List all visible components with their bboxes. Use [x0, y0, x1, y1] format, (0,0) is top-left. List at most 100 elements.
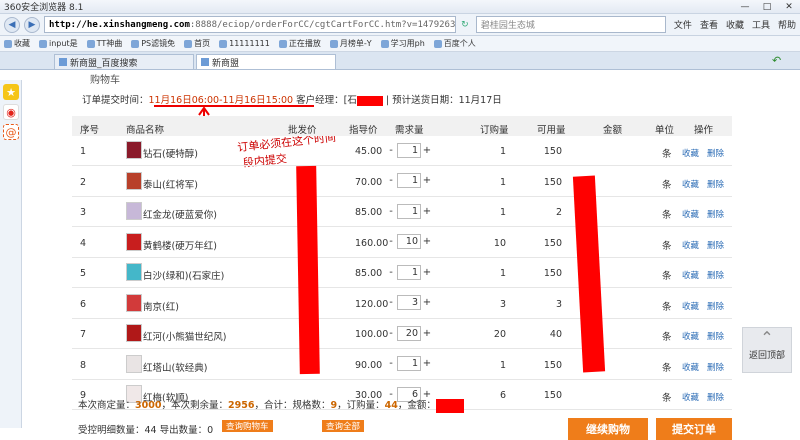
bookmark-item[interactable]: 收藏 — [4, 38, 30, 49]
close-icon[interactable]: ✕ — [778, 2, 800, 12]
undo-icon[interactable]: ↶ — [772, 54, 781, 67]
bookmark-item[interactable]: PS滤镜免 — [131, 38, 175, 49]
menu-view[interactable]: 查看 — [700, 18, 718, 31]
forward-icon[interactable]: ▶ — [24, 16, 40, 33]
maximize-icon[interactable]: □ — [756, 2, 778, 12]
ordered-qty: 10 — [493, 237, 506, 249]
favorite-link[interactable]: 收藏 — [682, 269, 699, 281]
tab-xinshangmeng[interactable]: 新商盟 — [196, 54, 336, 69]
favorite-link[interactable]: 收藏 — [682, 361, 699, 373]
quantity-input[interactable]: 1 — [397, 173, 421, 188]
delete-link[interactable]: 删除 — [707, 391, 724, 403]
available-qty: 150 — [543, 268, 562, 279]
product-name[interactable]: 白沙(绿和)(石家庄) — [143, 268, 224, 282]
col-header-index: 序号 — [80, 125, 100, 136]
quantity-input[interactable]: 1 — [397, 264, 421, 280]
quantity-input[interactable]: 20 — [397, 325, 421, 341]
browser-title: 360安全浏览器 8.1 — [4, 3, 84, 13]
product-name[interactable]: 红塔山(软经典) — [143, 360, 207, 374]
quantity-input[interactable]: 1 — [397, 203, 421, 219]
decrement-button[interactable]: - — [385, 175, 397, 186]
bookmark-item[interactable]: 首页 — [184, 38, 210, 49]
decrement-button[interactable]: - — [385, 297, 397, 308]
bookmark-label: input是 — [49, 39, 78, 48]
increment-button[interactable]: + — [421, 358, 433, 369]
increment-button[interactable]: + — [421, 267, 433, 278]
decrement-button[interactable]: - — [385, 236, 397, 247]
favorite-link[interactable]: 收藏 — [682, 391, 699, 403]
increment-button[interactable]: + — [421, 145, 433, 156]
product-name[interactable]: 红河(小熊猫世纪风) — [143, 329, 226, 343]
product-name[interactable]: 南京(红) — [143, 299, 179, 313]
available-qty: 150 — [543, 390, 562, 401]
delete-link[interactable]: 删除 — [707, 208, 724, 220]
submit-order-button[interactable]: 提交订单 — [656, 418, 732, 440]
bookmark-item[interactable]: 11111111 — [219, 39, 270, 48]
bookmark-label: 11111111 — [229, 39, 270, 48]
available-qty: 150 — [543, 146, 562, 157]
favorite-link[interactable]: 收藏 — [682, 147, 699, 159]
delete-link[interactable]: 删除 — [707, 147, 724, 159]
email-icon[interactable]: @ — [3, 124, 19, 140]
continue-shopping-button[interactable]: 继续购物 — [568, 418, 648, 440]
delete-link[interactable]: 删除 — [707, 361, 724, 373]
quantity-input[interactable]: 10 — [397, 234, 421, 249]
col-header-unit: 单位 — [655, 125, 675, 136]
menu-tools[interactable]: 工具 — [752, 18, 770, 31]
order-time-label: 订单提交时间： — [82, 95, 149, 106]
increment-button[interactable]: + — [421, 328, 433, 339]
weibo-icon[interactable]: ◉ — [3, 104, 19, 120]
product-name[interactable]: 黄鹤楼(硬万年红) — [143, 238, 217, 252]
bookmark-item[interactable]: 月榜单-Y — [329, 38, 372, 49]
ordered-qty: 1 — [499, 359, 506, 371]
minimize-icon[interactable]: — — [734, 2, 756, 12]
available-qty: 150 — [543, 359, 562, 371]
favorite-link[interactable]: 收藏 — [682, 239, 699, 251]
delete-link[interactable]: 删除 — [707, 269, 724, 281]
decrement-button[interactable]: - — [385, 267, 397, 278]
query-cart-button[interactable]: 查询购物车 — [222, 420, 273, 432]
delete-link[interactable]: 删除 — [707, 300, 724, 312]
favorite-link[interactable]: 收藏 — [682, 208, 699, 220]
quantity-input[interactable]: 1 — [397, 142, 421, 158]
back-icon[interactable]: ◀ — [4, 16, 20, 33]
bookmark-icon — [433, 39, 442, 48]
menu-file[interactable]: 文件 — [674, 18, 692, 31]
row-index: 5 — [80, 268, 87, 279]
bookmark-item[interactable]: 百度个人 — [433, 38, 476, 49]
product-name[interactable]: 钻石(硬特醇) — [143, 146, 198, 160]
quantity-input[interactable]: 1 — [397, 356, 421, 371]
quantity-input[interactable]: 3 — [397, 295, 421, 310]
increment-button[interactable]: + — [421, 297, 433, 308]
favorites-star-icon[interactable]: ★ — [3, 84, 19, 100]
url-field[interactable]: http://he.xinshangmeng.com:8888/eciop/or… — [44, 16, 456, 33]
bookmark-item[interactable]: 正在播放 — [278, 38, 321, 49]
increment-button[interactable]: + — [421, 175, 433, 186]
favorite-link[interactable]: 收藏 — [682, 178, 699, 190]
product-name[interactable]: 泰山(红将军) — [143, 177, 198, 191]
available-qty: 3 — [555, 298, 562, 310]
tab-baidu-search[interactable]: 新商盟_百度搜索 — [54, 54, 194, 69]
favorite-link[interactable]: 收藏 — [682, 300, 699, 312]
decrement-button[interactable]: - — [385, 206, 397, 217]
delete-link[interactable]: 删除 — [707, 178, 724, 190]
delete-link[interactable]: 删除 — [707, 239, 724, 251]
back-to-top-button[interactable]: ⌃ 返回顶部 — [742, 327, 792, 373]
bookmark-item[interactable]: 学习用ph — [380, 38, 425, 49]
decrement-button[interactable]: - — [385, 328, 397, 339]
product-name[interactable]: 红金龙(硬蓝爱你) — [143, 207, 217, 221]
refresh-icon[interactable]: ↻ — [458, 18, 472, 32]
increment-button[interactable]: + — [421, 206, 433, 217]
increment-button[interactable]: + — [421, 236, 433, 247]
decrement-button[interactable]: - — [385, 145, 397, 156]
bookmark-item[interactable]: input是 — [39, 38, 78, 49]
favorite-link[interactable]: 收藏 — [682, 330, 699, 342]
menu-help[interactable]: 帮助 — [778, 18, 796, 31]
decrement-button[interactable]: - — [385, 358, 397, 369]
bookmark-item[interactable]: TT神曲 — [86, 38, 122, 49]
search-input[interactable]: 碧桂园生态城 — [475, 16, 666, 33]
menu-favorites[interactable]: 收藏 — [726, 18, 744, 31]
delete-link[interactable]: 删除 — [707, 330, 724, 342]
query-all-button[interactable]: 查询全部 — [322, 420, 365, 432]
summary-order-qty: 44 — [384, 400, 398, 411]
